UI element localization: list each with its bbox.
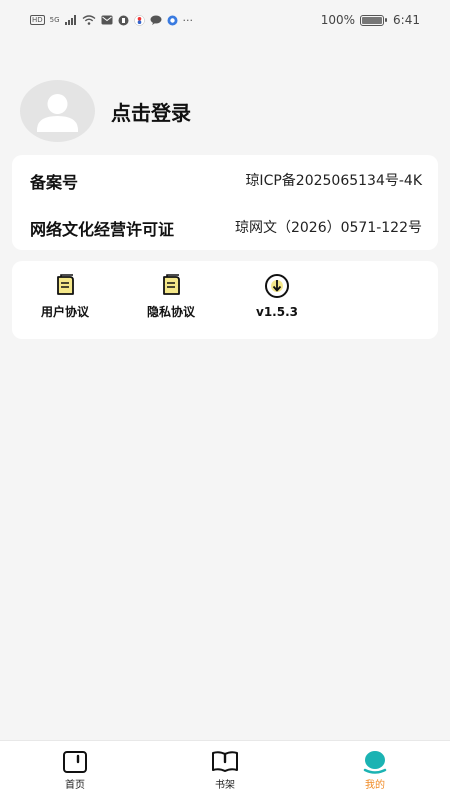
- document-icon: [57, 274, 74, 295]
- privacy-agreement-label: 隐私协议: [146, 305, 195, 319]
- book-icon: [212, 751, 238, 772]
- signal-icon: [64, 15, 76, 25]
- home-icon: [63, 751, 87, 773]
- user-agreement-button[interactable]: 用户协议: [20, 273, 110, 320]
- more-notifications-icon: ···: [182, 13, 194, 27]
- login-link[interactable]: 点击登录: [111, 97, 191, 126]
- browser-icon: [167, 15, 178, 25]
- nav-home[interactable]: 首页: [35, 750, 115, 791]
- battery-icon: [360, 14, 388, 26]
- status-left: HD 5G ···: [30, 14, 193, 27]
- chat-icon: [150, 15, 162, 25]
- nav-bookshelf-label: 书架: [215, 780, 235, 791]
- actions-card: 用户协议 隐私协议 v1.5.3: [12, 261, 438, 339]
- profile-icon: [363, 751, 387, 774]
- status-right: 100% 6:41: [321, 13, 420, 27]
- privacy-agreement-button[interactable]: 隐私协议: [126, 273, 216, 320]
- license-info-card: 备案号 琼ICP备2025065134号-4K 网络文化经营许可证 琼网文（20…: [12, 155, 438, 250]
- battery-percent: 100%: [320, 13, 356, 27]
- wifi-icon: [82, 15, 95, 25]
- clock: 6:41: [393, 13, 420, 27]
- culture-license-value: 琼网文（2026）0571-122号: [234, 220, 422, 236]
- network-type: 5G: [49, 16, 60, 24]
- user-agreement-label: 用户协议: [40, 305, 89, 319]
- download-circle-icon: [265, 274, 289, 298]
- nav-profile[interactable]: 我的: [335, 750, 415, 791]
- document-icon: [163, 274, 180, 295]
- nav-home-label: 首页: [65, 780, 85, 791]
- user-avatar-icon: [37, 94, 78, 132]
- status-bar: HD 5G ··· 100% 6:41: [0, 0, 450, 40]
- icp-row: 备案号 琼ICP备2025065134号-4K: [30, 170, 422, 192]
- mail-icon: [101, 15, 113, 25]
- culture-license-label: 网络文化经营许可证: [30, 220, 175, 239]
- version-label: v1.5.3: [256, 305, 298, 319]
- bottom-nav: 首页 书架 我的: [0, 740, 450, 800]
- nav-bookshelf[interactable]: 书架: [185, 750, 265, 791]
- icp-label: 备案号: [30, 173, 79, 192]
- version-button[interactable]: v1.5.3: [232, 273, 322, 319]
- nav-profile-label: 我的: [365, 780, 385, 791]
- avatar[interactable]: [20, 80, 95, 142]
- icp-value: 琼ICP备2025065134号-4K: [245, 173, 422, 189]
- profile-header[interactable]: 点击登录: [20, 80, 191, 142]
- hd-icon: HD: [30, 15, 45, 25]
- culture-license-row: 网络文化经营许可证 琼网文（2026）0571-122号: [30, 210, 422, 246]
- app-notification-icon: [118, 15, 129, 25]
- color-app-icon: [133, 14, 145, 26]
